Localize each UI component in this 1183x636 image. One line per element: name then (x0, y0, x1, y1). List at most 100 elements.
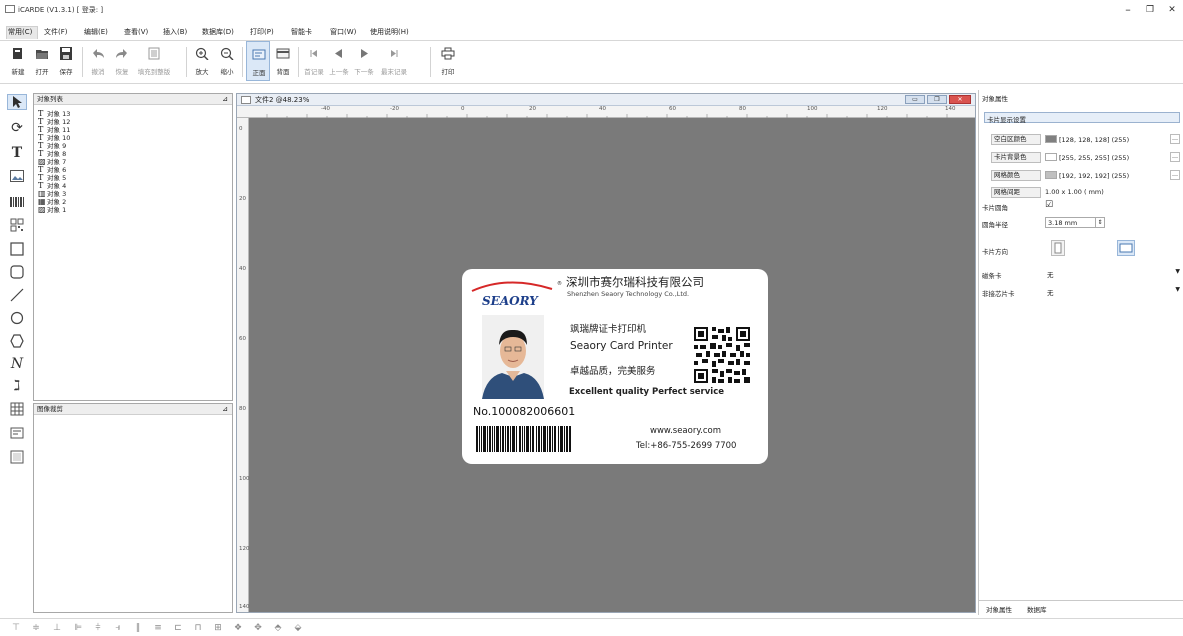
property-panel-title: 对象属性 (982, 95, 1008, 103)
ruler-label: 20 (529, 106, 536, 112)
rotate-icon: ⟳ (11, 120, 23, 136)
same-height-icon[interactable]: ⊓ (192, 622, 204, 634)
close-button[interactable]: ✕ (1162, 2, 1182, 18)
section-title: 卡片显示设置 (987, 116, 1026, 124)
align-middle-icon[interactable]: ≑ (30, 622, 42, 634)
polygon-tool[interactable] (9, 334, 25, 350)
rotate-tool[interactable]: ⟳ (9, 120, 25, 136)
barcode-tool[interactable] (9, 195, 25, 211)
maximize-button[interactable]: ❐ (1140, 2, 1160, 18)
align-center-icon[interactable]: ⫩ (92, 622, 104, 634)
last-record-button[interactable]: 最末记录 (381, 41, 407, 81)
tab-database[interactable]: 数据库 (1027, 604, 1047, 614)
print-button[interactable]: 打印 (436, 41, 460, 81)
group-icon[interactable]: ❖ (232, 622, 244, 634)
redo-button[interactable]: 恢复 (110, 41, 134, 81)
menu-file[interactable]: 文件(F) (44, 27, 68, 37)
distribute-v-icon[interactable]: ≡ (152, 622, 164, 634)
image-tool[interactable] (9, 170, 25, 186)
ruler-label: -40 (321, 106, 330, 112)
align-bottom-icon[interactable]: ⊥ (51, 622, 63, 634)
minimize-button[interactable]: – (1118, 2, 1138, 18)
menu-edit[interactable]: 编辑(E) (84, 27, 108, 37)
same-width-icon[interactable]: ⊏ (172, 622, 184, 634)
ellipse-tool[interactable] (9, 311, 25, 327)
curve-tool[interactable]: ℷ (9, 378, 25, 394)
ruler-label: 80 (739, 106, 746, 112)
card-display-section[interactable]: 卡片显示设置 (984, 112, 1180, 124)
menu-help[interactable]: 使用说明(H) (370, 27, 409, 37)
radius-input[interactable]: 3.18 mm ⇕ (1045, 217, 1105, 228)
table-tool[interactable] (9, 402, 25, 418)
fill-page-button[interactable]: 填充到整版 (138, 41, 170, 81)
menu-bar: 常用(C) 文件(F) 编辑(E) 查看(V) 插入(B) 数据库(D) 打印(… (0, 24, 1183, 40)
menu-database[interactable]: 数据库(D) (202, 27, 234, 37)
landscape-button[interactable] (1117, 240, 1135, 256)
bg-color-button[interactable]: 卡片背景色 (991, 152, 1041, 163)
horizontal-ruler: -40 -20 0 20 40 60 80 100 120 140 (237, 106, 975, 118)
align-left-icon[interactable]: ⊫ (72, 622, 84, 634)
qrcode-tool[interactable] (9, 218, 25, 234)
ellipse-icon (10, 311, 24, 325)
save-button[interactable]: 保存 (54, 41, 78, 81)
doc-restore-button[interactable]: ❐ (927, 95, 947, 104)
menu-smartcard[interactable]: 智能卡 (291, 27, 312, 37)
ruler-label: 20 (239, 196, 246, 202)
send-back-icon[interactable]: ⬙ (292, 622, 304, 634)
bring-front-icon[interactable]: ⬘ (272, 622, 284, 634)
print-label: 打印 (441, 68, 455, 76)
blank-color-picker-button[interactable]: … (1170, 134, 1180, 144)
rounded-rect-tool[interactable] (9, 265, 25, 281)
rectangle-tool[interactable] (9, 242, 25, 258)
back-side-button[interactable]: 背面 (271, 41, 295, 81)
direction-label: 卡片方向 (982, 248, 1008, 256)
open-folder-icon (36, 50, 48, 59)
list-item[interactable]: ▨对象 1 (38, 204, 66, 214)
ruler-label: 100 (807, 106, 818, 112)
menu-print[interactable]: 打印(P) (250, 27, 274, 37)
id-card[interactable]: SEAORY ® 深圳市赛尔瑞科技有限公司 Shenzhen Seaory Te… (462, 269, 768, 464)
spinner-icon[interactable]: ⇕ (1095, 218, 1104, 227)
card-website: www.seaory.com (650, 426, 722, 436)
zoom-out-button[interactable]: 缩小 (215, 41, 239, 81)
portrait-button[interactable] (1051, 240, 1065, 256)
align-right-icon[interactable]: ⫣ (112, 622, 124, 634)
grid-spacing-button[interactable]: 网格间距 (991, 187, 1041, 198)
chip-select[interactable]: 无 ▼ (1045, 286, 1182, 297)
grid-color-text: [192, 192, 192] (255) (1059, 172, 1130, 180)
magstripe-select[interactable]: 无 ▼ (1045, 268, 1182, 279)
field-tool[interactable] (9, 426, 25, 442)
drawing-tools: ⟳ T N ℷ (0, 90, 32, 600)
doc-close-button[interactable]: ✕ (949, 95, 971, 104)
grid-color-button[interactable]: 网格颜色 (991, 170, 1041, 181)
pin-icon[interactable]: ⊿ (222, 94, 228, 105)
object-list-header: 对象列表 ⊿ (34, 94, 232, 105)
menu-window[interactable]: 窗口(W) (330, 27, 356, 37)
ungroup-icon[interactable]: ✥ (252, 622, 264, 634)
blank-color-button[interactable]: 空白区颜色 (991, 134, 1041, 145)
menu-view[interactable]: 查看(V) (124, 27, 148, 37)
card-line-3: 卓越品质，完美服务 (570, 366, 656, 377)
same-size-icon[interactable]: ⊞ (212, 622, 224, 634)
round-corner-checkbox[interactable]: ☑ (1045, 200, 1053, 210)
bg-color-picker-button[interactable]: … (1170, 152, 1180, 162)
menu-insert[interactable]: 插入(B) (163, 27, 187, 37)
menu-common[interactable]: 常用(C) (8, 27, 32, 37)
text-tool[interactable]: T (9, 145, 25, 161)
pin-icon[interactable]: ⊿ (222, 404, 228, 415)
align-top-icon[interactable]: ⊤ (10, 622, 22, 634)
company-name-cn: 深圳市赛尔瑞科技有限公司 (566, 275, 704, 289)
doc-minimize-button[interactable]: ▭ (905, 95, 925, 104)
chip-label: 非接芯片卡 (982, 290, 1015, 298)
color-swatch (1045, 171, 1057, 179)
blank-color-label: 空白区颜色 (994, 135, 1027, 143)
title-bar: iCARDE (V1.3.1) [ 登录: ] – ❐ ✕ (0, 0, 1183, 20)
frame-tool[interactable] (9, 450, 25, 466)
line-tool[interactable] (9, 288, 25, 304)
distribute-h-icon[interactable]: ‖ (132, 622, 144, 634)
tab-properties[interactable]: 对象属性 (986, 604, 1012, 614)
polyline-tool[interactable]: N (9, 356, 25, 372)
next-record-button[interactable]: 下一条 (352, 41, 376, 81)
select-tool[interactable] (7, 94, 27, 110)
grid-color-picker-button[interactable]: … (1170, 170, 1180, 180)
